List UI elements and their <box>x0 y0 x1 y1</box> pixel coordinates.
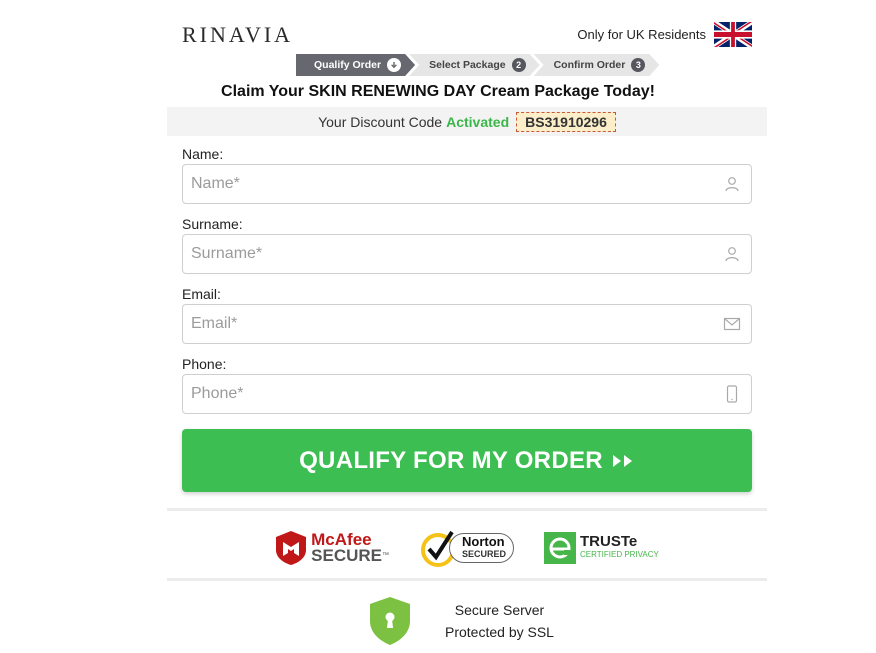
step-number: 2 <box>512 58 526 72</box>
norton-subtitle: SECURED <box>462 549 507 559</box>
step-select-package: Select Package 2 <box>409 54 539 76</box>
residents-label: Only for UK Residents <box>577 27 706 42</box>
mcafee-subtitle: SECURE <box>311 546 382 565</box>
qualify-order-button[interactable]: QUALIFY FOR MY ORDER <box>182 429 752 492</box>
truste-logo-icon <box>544 532 577 564</box>
arrow-down-circle-icon <box>387 58 401 72</box>
discount-banner: Your Discount Code Activated BS31910296 <box>167 107 767 136</box>
discount-status: Activated <box>446 113 510 130</box>
double-chevron-right-icon <box>611 453 635 469</box>
uk-residents-notice: Only for UK Residents <box>577 22 752 47</box>
page-title: Claim Your SKIN RENEWING DAY Cream Packa… <box>221 83 655 100</box>
mcafee-shield-icon <box>276 531 307 565</box>
shield-lock-icon <box>370 597 410 645</box>
ssl-line-1: Secure Server <box>454 602 545 618</box>
phone-field-wrapper[interactable] <box>182 374 752 414</box>
step-label: Confirm Order <box>553 59 626 71</box>
email-label: Email: <box>182 286 221 302</box>
divider <box>167 508 767 511</box>
surname-field-wrapper[interactable] <box>182 234 752 274</box>
step-confirm-order: Confirm Order 3 <box>534 54 660 76</box>
mcafee-secure-badge: McAfee SECURE ™ <box>275 530 389 566</box>
norton-secured-badge: Norton SECURED <box>419 529 515 567</box>
step-label: Select Package <box>429 59 506 71</box>
ssl-notice: Secure Server Protected by SSL <box>367 595 554 647</box>
discount-prefix: Your Discount Code <box>318 113 443 130</box>
name-field-wrapper[interactable] <box>182 164 752 204</box>
step-number: 3 <box>631 58 645 72</box>
step-label: Qualify Order <box>314 59 382 71</box>
ssl-line-2: Protected by SSL <box>445 624 554 640</box>
truste-subtitle: CERTIFIED PRIVACY <box>580 550 659 559</box>
trust-badges: McAfee SECURE ™ Norton SECURED TRUSTe CE… <box>167 522 767 574</box>
checkout-steps: Qualify Order Select Package 2 Confirm O… <box>296 54 653 76</box>
norton-title: Norton <box>462 534 505 549</box>
phone-label: Phone: <box>182 356 227 372</box>
brand-logo: RINAVIA <box>182 22 294 47</box>
user-icon <box>725 247 739 262</box>
uk-flag-icon <box>714 22 752 47</box>
envelope-icon <box>723 317 741 331</box>
order-form: Name: Surname: Email: Phone: <box>182 145 752 425</box>
discount-code: BS31910296 <box>516 111 616 132</box>
email-input[interactable] <box>191 315 686 333</box>
truste-title: TRUSTe <box>580 533 638 550</box>
divider <box>167 578 767 581</box>
mobile-phone-icon <box>726 385 738 403</box>
user-icon <box>725 177 739 192</box>
surname-label: Surname: <box>182 216 243 232</box>
cta-label: QUALIFY FOR MY ORDER <box>299 446 603 474</box>
phone-input[interactable] <box>191 385 686 403</box>
email-field-wrapper[interactable] <box>182 304 752 344</box>
truste-badge: TRUSTe CERTIFIED PRIVACY <box>544 532 659 564</box>
step-qualify-order: Qualify Order <box>296 54 415 76</box>
mcafee-trademark: ™ <box>382 552 389 559</box>
name-label: Name: <box>182 146 224 162</box>
name-input[interactable] <box>191 175 686 193</box>
surname-input[interactable] <box>191 245 686 263</box>
